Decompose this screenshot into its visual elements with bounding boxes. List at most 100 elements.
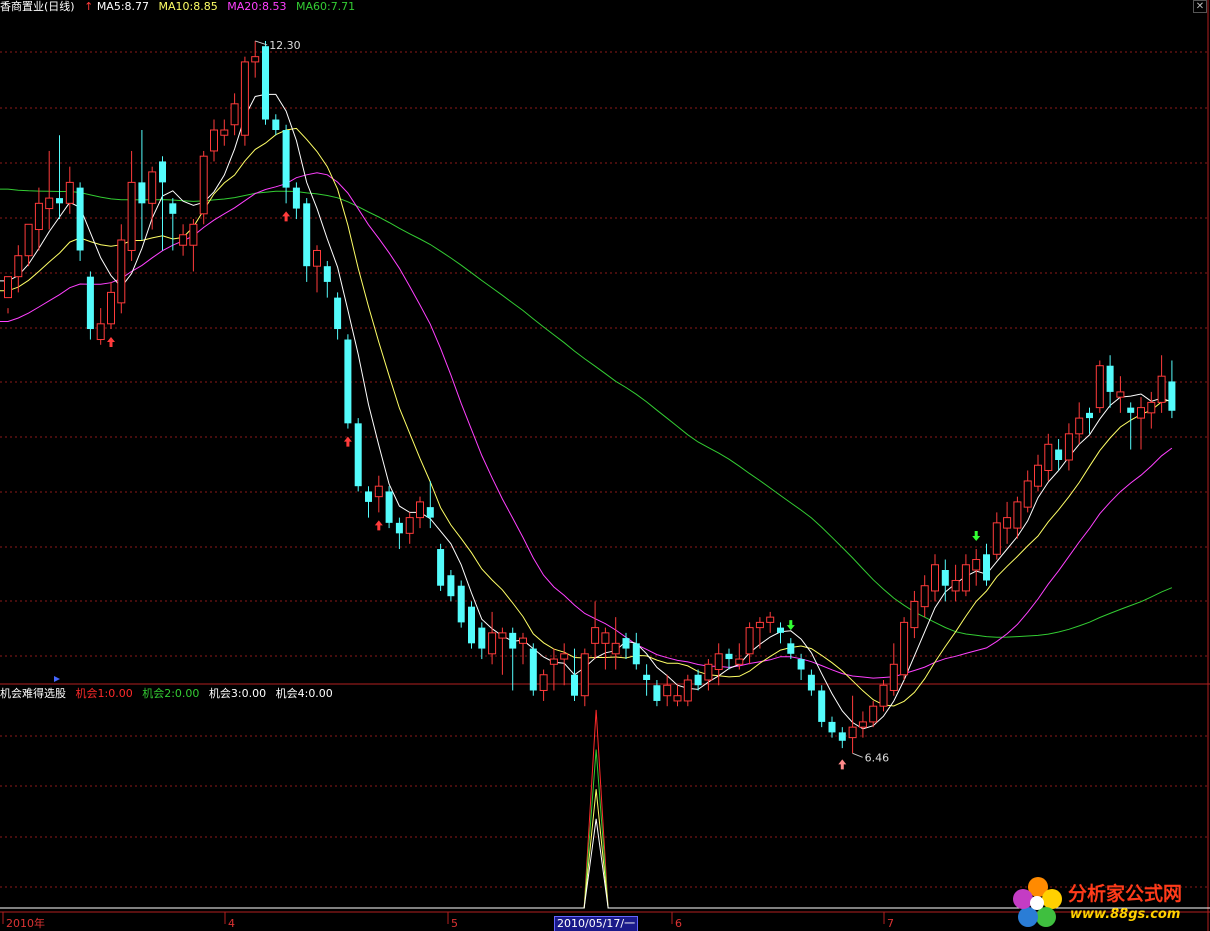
candle [1116,376,1125,413]
candle [622,632,630,660]
candle-body [14,255,23,278]
candle-body [354,423,362,487]
candle-body [858,721,867,728]
candle [86,271,94,340]
candle [1064,423,1073,471]
indicator-name: 机会难得选股 [0,687,66,700]
x-axis-label: 5 [451,917,458,930]
candle [1127,402,1135,450]
candle [1095,360,1104,413]
main-chart-legend: 香商置业(日线) ↑ MA5:8.77 MA10:8.85 MA20:8.53 … [0,0,361,13]
candle-body [549,658,558,665]
candle-body [539,674,548,691]
chance1-value: 机会1:0.00 [75,687,133,700]
candle [478,622,486,660]
candle-body [365,491,372,502]
candle-body [704,663,713,681]
candle [1168,360,1176,419]
candle [539,669,548,701]
candle [292,182,300,220]
buy-arrow-icon [282,211,291,222]
candle [488,611,497,665]
candle [931,554,939,602]
candle [580,648,589,707]
candle [4,276,12,314]
price-chart-svg[interactable]: 12.30 6.46 2010年 4 5 6 7 [0,0,1210,931]
candle-body [714,653,723,671]
chance3-value: 机会3:0.00 [208,687,267,700]
candle-body [622,638,630,649]
candle-body [148,171,157,204]
chance2-value: 机会2:0.00 [142,687,200,700]
candle-body [838,732,846,741]
stock-chart-window[interactable]: { "main_legend": { "title": "香商置业(日线)", … [0,0,1210,931]
candle-body [96,323,105,341]
candle-body [457,585,465,623]
candle-body [920,585,929,608]
candle-body [601,632,610,644]
candle [611,617,620,670]
candle [766,611,775,633]
up-arrow-legend-icon: ↑ [84,0,94,13]
candle-body [117,239,126,304]
candle-body [1064,433,1073,461]
high-price-label: 12.30 [269,39,301,52]
candle-body [509,632,517,649]
candle [334,292,342,340]
candle [447,570,455,602]
candle-body [643,674,651,680]
candle [1023,470,1032,513]
candles [4,40,1176,754]
candle-body [1095,365,1104,409]
candle-body [282,130,290,188]
candle [828,716,836,738]
sell-arrow-icon [972,531,981,542]
x-axis-label: 2010年 [6,916,45,930]
chance4-value: 机会4:0.00 [275,687,333,700]
candle [1147,391,1156,429]
candle-body [127,181,136,251]
candle-body [828,721,836,733]
panel-marker-icon [54,676,60,682]
candle-body [961,564,970,592]
candle-body [673,695,682,702]
candle [138,130,146,240]
candle [1003,501,1012,544]
candle [1075,402,1084,445]
candle [127,150,136,261]
candle [1055,439,1063,471]
candle [961,554,970,597]
candle [755,617,764,649]
candle-body [580,653,589,697]
close-icon[interactable]: ✕ [1193,0,1207,13]
candle-body [1055,449,1063,460]
candle-body [745,627,754,655]
candle [262,40,269,125]
candle [189,219,198,272]
candle [632,632,640,670]
candle [910,590,919,639]
candle [983,543,990,586]
candle [797,653,805,680]
candle-body [560,653,569,660]
indicator-legend: 机会难得选股 机会1:0.00 机会2:0.00 机会3:0.00 机会4:0.… [0,687,339,700]
candle-body [86,276,94,330]
candle [107,281,115,330]
candle-body [992,522,1001,555]
candle-body [1044,443,1053,471]
candle [1044,433,1053,481]
candle-body [169,203,177,214]
watermark-url: www.88gs.com [1070,907,1181,922]
candle-body [374,485,383,498]
candle [704,659,713,691]
candle [529,643,537,696]
candle-body [313,249,321,267]
candle-body [1086,412,1093,419]
candle [323,260,331,298]
candle-body [240,61,249,136]
candle-body [1003,517,1012,529]
candle [745,622,754,665]
candle-body [787,643,795,654]
candle-body [571,674,578,696]
candle [920,575,929,618]
